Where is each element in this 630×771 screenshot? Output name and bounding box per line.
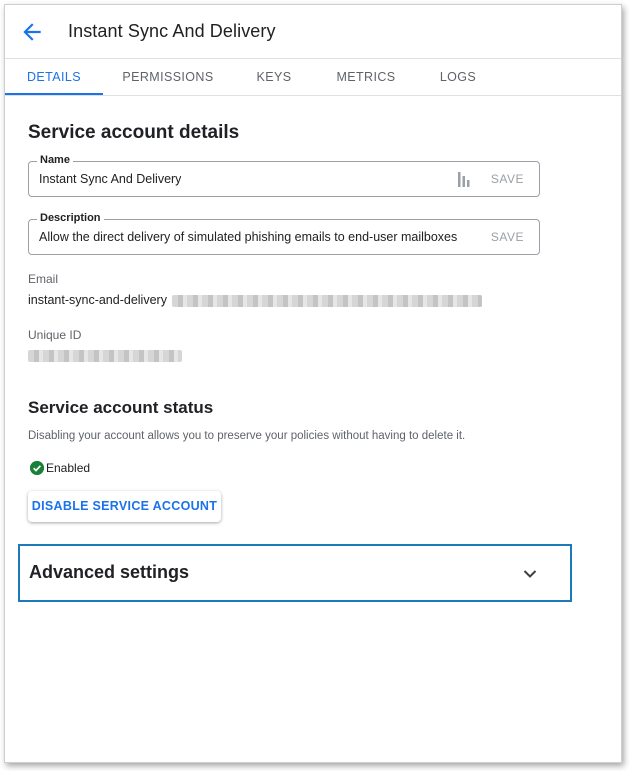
status-description: Disabling your account allows you to pre…: [28, 430, 466, 442]
email-label: Email: [28, 272, 59, 286]
tab-logs[interactable]: LOGS: [427, 59, 489, 96]
email-redacted: [172, 295, 482, 307]
page-title: Instant Sync And Delivery: [68, 21, 276, 41]
active-tab-indicator: [5, 93, 103, 95]
name-save-button[interactable]: SAVE: [491, 172, 524, 186]
unique-id-redacted: [28, 350, 182, 362]
tab-keys[interactable]: KEYS: [242, 59, 306, 96]
status-title: Service account status: [28, 398, 214, 417]
tab-permissions[interactable]: PERMISSIONS: [108, 59, 228, 96]
check-circle-icon: [30, 461, 44, 475]
email-value: instant-sync-and-delivery: [28, 293, 167, 307]
back-arrow-icon[interactable]: [19, 19, 45, 45]
unique-id-label: Unique ID: [28, 328, 82, 342]
advanced-settings-expander[interactable]: Advanced settings: [18, 544, 572, 602]
bars-icon: [458, 172, 470, 187]
name-field[interactable]: Name Instant Sync And Delivery SAVE: [28, 154, 540, 197]
description-input[interactable]: Allow the direct delivery of simulated p…: [39, 230, 475, 244]
name-field-label: Name: [37, 154, 73, 166]
tab-metrics[interactable]: METRICS: [325, 59, 407, 96]
service-account-panel: Instant Sync And Delivery DETAILS PERMIS…: [4, 4, 622, 763]
chevron-down-icon[interactable]: [522, 566, 538, 582]
tab-details[interactable]: DETAILS: [5, 59, 103, 96]
status-text: Enabled: [46, 461, 91, 475]
disable-service-account-button[interactable]: DISABLE SERVICE ACCOUNT: [28, 491, 221, 522]
description-field[interactable]: Description Allow the direct delivery of…: [28, 212, 540, 255]
name-input[interactable]: Instant Sync And Delivery: [39, 172, 181, 186]
details-title: Service account details: [28, 122, 240, 143]
description-field-label: Description: [37, 212, 104, 224]
tab-bar: DETAILS PERMISSIONS KEYS METRICS LOGS: [5, 58, 621, 96]
header: Instant Sync And Delivery: [5, 5, 621, 59]
advanced-settings-label: Advanced settings: [29, 562, 190, 582]
description-save-button[interactable]: SAVE: [491, 230, 524, 244]
